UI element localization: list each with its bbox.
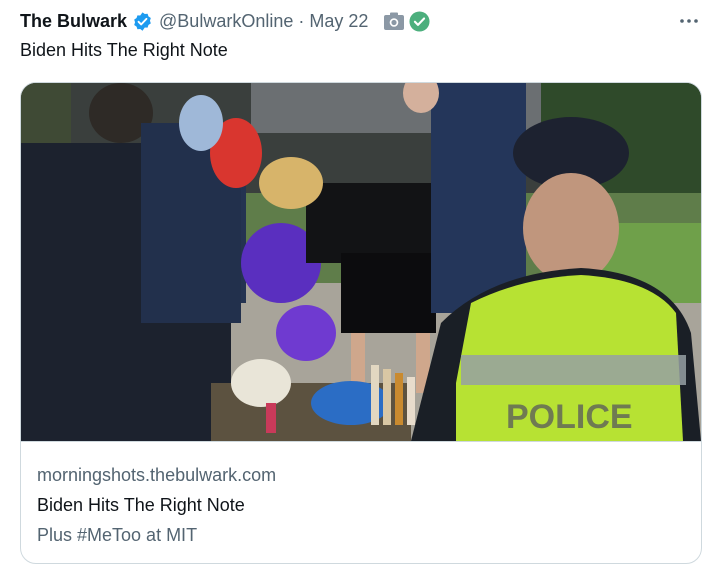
verified-badge-icon [132,11,153,32]
card-meta: morningshots.thebulwark.com Biden Hits T… [37,464,276,546]
author-name[interactable]: The Bulwark [20,11,127,32]
card-domain: morningshots.thebulwark.com [37,465,277,485]
card-title: Biden Hits The Right Note [37,495,245,515]
link-card[interactable]: POLICE morningshots.thebulwark.com Biden… [20,82,702,564]
tweet-date[interactable]: May 22 [309,11,368,32]
tweet-header: The Bulwark @BulwarkOnline · May 22 [20,9,430,33]
card-description: Plus #MeToo at MIT [37,525,198,545]
more-options-icon[interactable] [677,9,701,33]
tweet: The Bulwark @BulwarkOnline · May 22 Bide… [0,0,725,582]
camera-icon [383,11,405,31]
author-handle[interactable]: @BulwarkOnline [159,11,293,32]
card-divider [21,441,701,442]
check-circle-icon [409,10,430,32]
tweet-text: Biden Hits The Right Note [20,40,228,60]
police-vest-text: POLICE [506,398,633,436]
card-image[interactable]: POLICE [21,83,701,441]
separator-dot: · [298,10,305,31]
